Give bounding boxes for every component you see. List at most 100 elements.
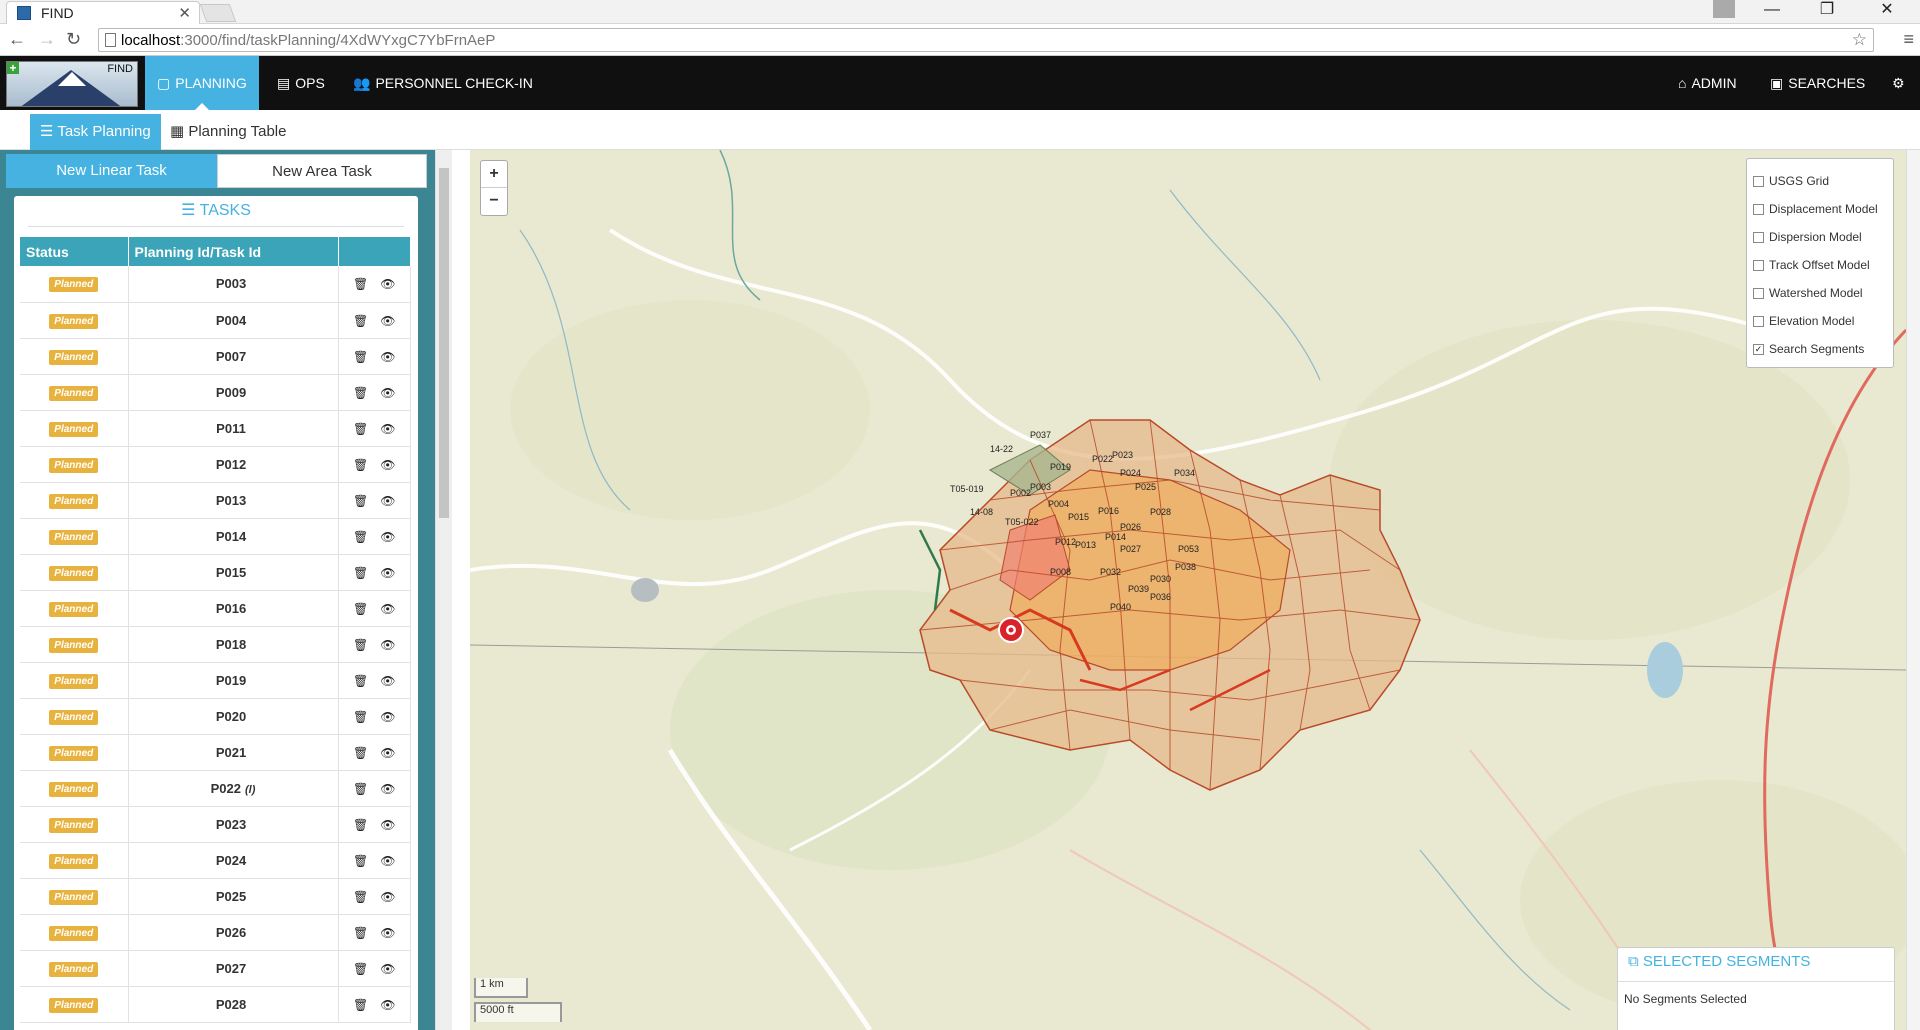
segment-label[interactable]: P038	[1175, 562, 1196, 572]
trash-icon[interactable]: 🗑	[353, 926, 368, 940]
nav-admin[interactable]: ⌂ ADMIN	[1666, 56, 1749, 110]
table-row[interactable]: Planned P014 🗑 👁	[20, 518, 411, 555]
new-area-task-button[interactable]: New Area Task	[217, 154, 427, 188]
eye-icon[interactable]: 👁	[380, 314, 395, 328]
trash-icon[interactable]: 🗑	[353, 782, 368, 796]
segment-label[interactable]: P039	[1128, 584, 1149, 594]
segment-label[interactable]: P016	[1098, 506, 1119, 516]
table-row[interactable]: Planned P026 🗑 👁	[20, 914, 411, 951]
segment-label[interactable]: P015	[1068, 512, 1089, 522]
settings-gear-icon[interactable]: ⚙	[1880, 56, 1917, 110]
eye-icon[interactable]: 👁	[380, 962, 395, 976]
table-row[interactable]: Planned P004 🗑 👁	[20, 302, 411, 339]
url-field[interactable]: localhost:3000/find/taskPlanning/4XdWYxg…	[98, 28, 1874, 52]
segment-label[interactable]: P053	[1178, 544, 1199, 554]
layer-toggle[interactable]: Dispersion Model	[1753, 223, 1887, 251]
eye-icon[interactable]: 👁	[380, 890, 395, 904]
table-row[interactable]: Planned P027 🗑 👁	[20, 950, 411, 987]
segment-label[interactable]: T05-019	[950, 484, 984, 494]
table-row[interactable]: Planned P009 🗑 👁	[20, 374, 411, 411]
segment-label[interactable]: P040	[1110, 602, 1131, 612]
eye-icon[interactable]: 👁	[380, 277, 395, 291]
segment-label[interactable]: P025	[1135, 482, 1156, 492]
layer-checkbox[interactable]	[1753, 231, 1764, 243]
minimize-icon[interactable]: —	[1752, 0, 1792, 22]
table-row[interactable]: Planned P025 🗑 👁	[20, 878, 411, 915]
segment-label[interactable]: P002	[1010, 488, 1031, 498]
eye-icon[interactable]: 👁	[380, 386, 395, 400]
close-window-icon[interactable]: ✕	[1867, 0, 1907, 22]
segment-label[interactable]: P034	[1174, 468, 1195, 478]
layer-toggle[interactable]: USGS Grid	[1753, 167, 1887, 195]
reload-icon[interactable]: ↻	[66, 29, 81, 50]
eye-icon[interactable]: 👁	[380, 710, 395, 724]
table-row[interactable]: Planned P011 🗑 👁	[20, 410, 411, 447]
eye-icon[interactable]: 👁	[380, 998, 395, 1012]
segment-label[interactable]: P030	[1150, 574, 1171, 584]
trash-icon[interactable]: 🗑	[353, 638, 368, 652]
table-row[interactable]: Planned P013 🗑 👁	[20, 482, 411, 519]
table-row[interactable]: Planned P019 🗑 👁	[20, 662, 411, 699]
segment-label[interactable]: P037	[1030, 430, 1051, 440]
close-tab-icon[interactable]: ✕	[178, 4, 191, 22]
layer-toggle[interactable]: Watershed Model	[1753, 279, 1887, 307]
table-row[interactable]: Planned P015 🗑 👁	[20, 554, 411, 591]
map-view[interactable]: P037 14-22 P019 P022 P023 P024 P025 P034 P003 P00…	[470, 150, 1906, 1030]
trash-icon[interactable]: 🗑	[353, 602, 368, 616]
table-row[interactable]: Planned P020 🗑 👁	[20, 698, 411, 735]
segment-label[interactable]: 14-22	[990, 444, 1013, 454]
eye-icon[interactable]: 👁	[380, 818, 395, 832]
sidebar-scroll-thumb[interactable]	[439, 168, 449, 518]
profile-icon[interactable]	[1713, 0, 1735, 18]
segment-label[interactable]: P013	[1075, 540, 1096, 550]
bookmark-star-icon[interactable]: ☆	[1852, 30, 1867, 50]
table-row[interactable]: Planned P003 🗑 👁	[20, 266, 411, 303]
trash-icon[interactable]: 🗑	[353, 710, 368, 724]
segment-label[interactable]: P026	[1120, 522, 1141, 532]
table-row[interactable]: Planned P007 🗑 👁	[20, 338, 411, 375]
segment-label[interactable]: P003	[1030, 482, 1051, 492]
new-tab-button[interactable]	[199, 4, 237, 22]
trash-icon[interactable]: 🗑	[353, 998, 368, 1012]
layer-checkbox[interactable]	[1753, 315, 1764, 327]
table-row[interactable]: Planned P012 🗑 👁	[20, 446, 411, 483]
segment-label[interactable]: P014	[1105, 532, 1126, 542]
segment-label[interactable]: P028	[1150, 507, 1171, 517]
trash-icon[interactable]: 🗑	[353, 458, 368, 472]
forward-icon[interactable]: →	[38, 29, 56, 50]
table-row[interactable]: Planned P024 🗑 👁	[20, 842, 411, 879]
nav-searches[interactable]: ▣ SEARCHES	[1758, 56, 1877, 110]
layer-checkbox[interactable]	[1753, 259, 1764, 271]
segment-label[interactable]: P023	[1112, 450, 1133, 460]
segment-label[interactable]: P004	[1048, 499, 1069, 509]
segment-label[interactable]: P024	[1120, 468, 1141, 478]
eye-icon[interactable]: 👁	[380, 746, 395, 760]
segment-label[interactable]: P019	[1050, 462, 1071, 472]
nav-planning[interactable]: ▢ PLANNING	[145, 56, 259, 110]
segment-label[interactable]: 14-08	[970, 507, 993, 517]
eye-icon[interactable]: 👁	[380, 458, 395, 472]
new-linear-task-button[interactable]: New Linear Task	[6, 154, 217, 188]
map-scrollbar[interactable]	[1906, 150, 1920, 1030]
table-row[interactable]: Planned P023 🗑 👁	[20, 806, 411, 843]
nav-ops[interactable]: ▤ OPS	[265, 56, 337, 110]
segment-label[interactable]: P032	[1100, 567, 1121, 577]
eye-icon[interactable]: 👁	[380, 494, 395, 508]
table-row[interactable]: Planned P018 🗑 👁	[20, 626, 411, 663]
eye-icon[interactable]: 👁	[380, 782, 395, 796]
trash-icon[interactable]: 🗑	[353, 530, 368, 544]
find-logo[interactable]: + FIND	[6, 61, 138, 107]
layer-checkbox[interactable]	[1753, 175, 1764, 187]
eye-icon[interactable]: 👁	[380, 530, 395, 544]
map-canvas[interactable]: P03714-22P019P022P023P024P025P034P003P00…	[470, 150, 1906, 1030]
eye-icon[interactable]: 👁	[380, 422, 395, 436]
trash-icon[interactable]: 🗑	[353, 674, 368, 688]
nav-personnel-check-in[interactable]: 👥 PERSONNEL CHECK-IN	[341, 56, 545, 110]
table-row[interactable]: Planned P021 🗑 👁	[20, 734, 411, 771]
trash-icon[interactable]: 🗑	[353, 818, 368, 832]
tab-task-planning[interactable]: ☰ Task Planning	[30, 114, 161, 150]
table-row[interactable]: Planned P028 🗑 👁	[20, 986, 411, 1023]
browser-menu-icon[interactable]: ≡	[1903, 29, 1914, 50]
trash-icon[interactable]: 🗑	[353, 746, 368, 760]
layer-checkbox[interactable]	[1753, 287, 1764, 299]
